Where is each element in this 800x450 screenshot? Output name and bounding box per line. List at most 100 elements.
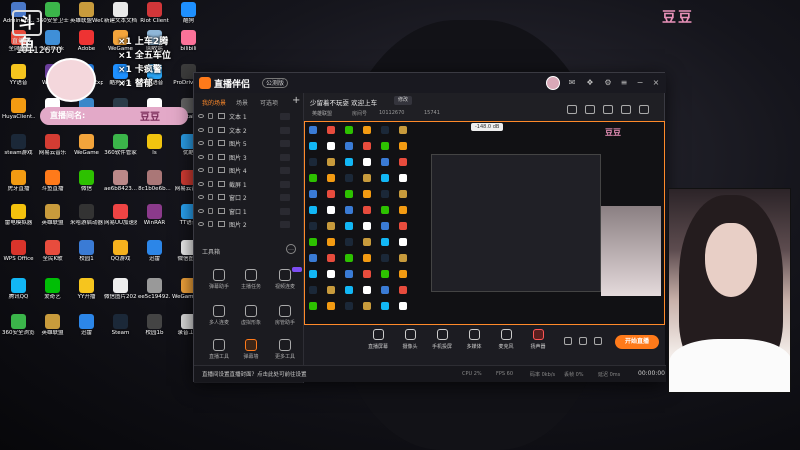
desktop-icon[interactable]: 网易云音乐 [36, 132, 69, 168]
desktop-icon[interactable]: 360安全浏览器 [2, 312, 35, 348]
tool-button[interactable]: 多人连麦 [202, 305, 236, 331]
eye-icon[interactable] [198, 195, 204, 199]
multimedia-button[interactable]: 多媒体 [460, 329, 488, 350]
camera-button[interactable]: 摄像头 [396, 329, 424, 350]
desktop-icon[interactable]: WinRAR [138, 202, 171, 238]
add-scene-icon[interactable]: + [292, 95, 300, 106]
lock-icon[interactable] [208, 194, 213, 200]
stream-preview[interactable]: -148.0 dB 豆豆 [304, 121, 665, 325]
tab-my-scenes[interactable]: 我的场景 [202, 98, 226, 107]
eye-icon[interactable] [198, 181, 204, 186]
app-badge[interactable]: 公测版 [262, 78, 289, 88]
desktop-icon[interactable]: YY语音 [2, 62, 35, 98]
desktop-icon[interactable]: WeGame [70, 132, 103, 168]
desktop-icon[interactable]: 英雄联盟 [36, 202, 69, 238]
desktop-icon[interactable]: YY开播 [70, 276, 103, 312]
desktop-icon[interactable]: WPS Office [2, 238, 35, 274]
source-item[interactable]: 窗口 2 [196, 192, 300, 204]
desktop-icon[interactable]: QQ游戏 [104, 238, 137, 274]
tab-scene[interactable]: 场景 [236, 98, 248, 107]
desktop-icon[interactable]: 微信图片2022... [104, 276, 137, 312]
tool-button[interactable]: 虚拟形象 [234, 305, 268, 331]
microphone-button[interactable]: 麦克风 [492, 329, 520, 350]
source-item[interactable]: 图片 2 [196, 219, 300, 231]
desktop-icon[interactable]: 微信 [70, 168, 103, 204]
lock-icon[interactable] [585, 105, 595, 114]
desktop-icon[interactable]: 米哈游启动器 [70, 202, 103, 238]
start-live-button[interactable]: 开始直播 [615, 335, 659, 349]
share-icon[interactable] [639, 105, 649, 114]
desktop-icon[interactable]: steam游戏 [2, 132, 35, 168]
notice-text[interactable]: 直播间设置直播封面？点击此处可前往设置 [202, 370, 307, 378]
eye-icon[interactable] [198, 141, 204, 145]
close-icon[interactable]: × [650, 77, 662, 89]
minimize-icon[interactable]: − [634, 77, 646, 89]
tab-options[interactable]: 可选项 [260, 98, 278, 107]
desktop-icon[interactable]: Steam [104, 312, 137, 348]
settings-icon[interactable]: ⚙ [602, 77, 614, 89]
tool-button[interactable]: 弹幕墙 [234, 339, 268, 365]
eye-icon[interactable] [579, 337, 587, 345]
record-icon[interactable] [564, 337, 572, 345]
lock-icon[interactable] [208, 153, 213, 160]
speaker-button[interactable]: 扬声器 [524, 329, 552, 350]
lock-icon[interactable] [208, 221, 213, 227]
desktop-icon[interactable]: HuyaClient... [2, 96, 35, 132]
tool-button[interactable]: 更多工具 [268, 339, 302, 365]
desktop-icon[interactable]: 迅雷 [138, 238, 171, 274]
lock-icon[interactable] [208, 167, 213, 173]
message-icon[interactable]: ✉ [566, 77, 578, 89]
eye-icon[interactable] [198, 168, 204, 172]
lock-icon[interactable] [208, 207, 213, 214]
desktop-icon[interactable]: 网易UU加速器 [104, 202, 137, 238]
desktop-icon[interactable]: 腾讯QQ [2, 276, 35, 312]
desktop-icon[interactable]: ee5c19492... [138, 276, 171, 312]
modify-title-button[interactable]: 修改 [394, 96, 413, 105]
avatar[interactable] [546, 76, 560, 90]
menu-icon[interactable]: ≡ [618, 77, 630, 89]
lock-icon[interactable] [208, 180, 213, 187]
share-screen-icon[interactable] [567, 105, 577, 114]
eye-icon[interactable] [198, 222, 204, 226]
lock-icon[interactable] [208, 140, 213, 146]
lock-icon[interactable] [208, 113, 213, 119]
eye-icon[interactable] [198, 208, 204, 213]
tool-button[interactable]: 视频连麦 [268, 267, 302, 295]
source-item[interactable]: 图片 5 [196, 138, 300, 150]
desktop-icon[interactable]: 8c1b0e6b... [138, 168, 171, 204]
source-item[interactable]: 图片 4 [196, 165, 300, 177]
eye-icon[interactable] [198, 114, 204, 118]
lock-icon[interactable] [208, 126, 213, 133]
desktop-icon[interactable]: ls [138, 132, 171, 168]
desktop-icon[interactable]: 斗鱼直播 [36, 168, 69, 204]
eye-icon[interactable] [198, 154, 204, 159]
source-item[interactable]: 截屏 1 [196, 179, 300, 191]
tool-button[interactable]: 主播任务 [234, 269, 268, 295]
desktop-icon[interactable]: 爱奇艺 [36, 276, 69, 312]
desktop-icon[interactable]: ae6b8423... [104, 168, 137, 204]
screen-capture-button[interactable]: 直播屏幕 [364, 329, 392, 350]
desktop-icon[interactable]: bilibili [172, 28, 205, 64]
eye-icon[interactable] [198, 127, 204, 132]
category-label[interactable]: 英雄联盟 [312, 110, 332, 117]
tool-button[interactable]: 直播工具 [202, 339, 236, 365]
fullscreen-icon[interactable] [603, 105, 613, 114]
desktop-icon[interactable]: 英雄联盟 [36, 312, 69, 348]
desktop-icon[interactable]: 全民K歌 [36, 238, 69, 274]
source-item[interactable]: 窗口 1 [196, 206, 300, 218]
tool-button[interactable]: 房管助手 [268, 305, 302, 331]
gift-icon[interactable]: ❖ [584, 77, 596, 89]
source-item[interactable]: 文本 2 [196, 125, 300, 137]
gear-icon[interactable] [594, 337, 602, 345]
phone-cast-button[interactable]: 手机投屏 [428, 329, 456, 350]
tool-button[interactable]: 弹幕助手 [202, 269, 236, 295]
desktop-icon[interactable]: 校园1b [138, 312, 171, 348]
desktop-icon[interactable]: 虎牙直播 [2, 168, 35, 204]
desktop-icon[interactable]: 360软件管家 [104, 132, 137, 168]
source-item[interactable]: 文本 1 [196, 111, 300, 123]
bell-icon[interactable] [621, 105, 631, 114]
source-item[interactable]: 图片 3 [196, 152, 300, 164]
desktop-icon[interactable]: 雷电模拟器 [2, 202, 35, 238]
desktop-icon[interactable]: 迅雷 [70, 312, 103, 348]
toolbox-more-icon[interactable]: … [286, 244, 296, 254]
